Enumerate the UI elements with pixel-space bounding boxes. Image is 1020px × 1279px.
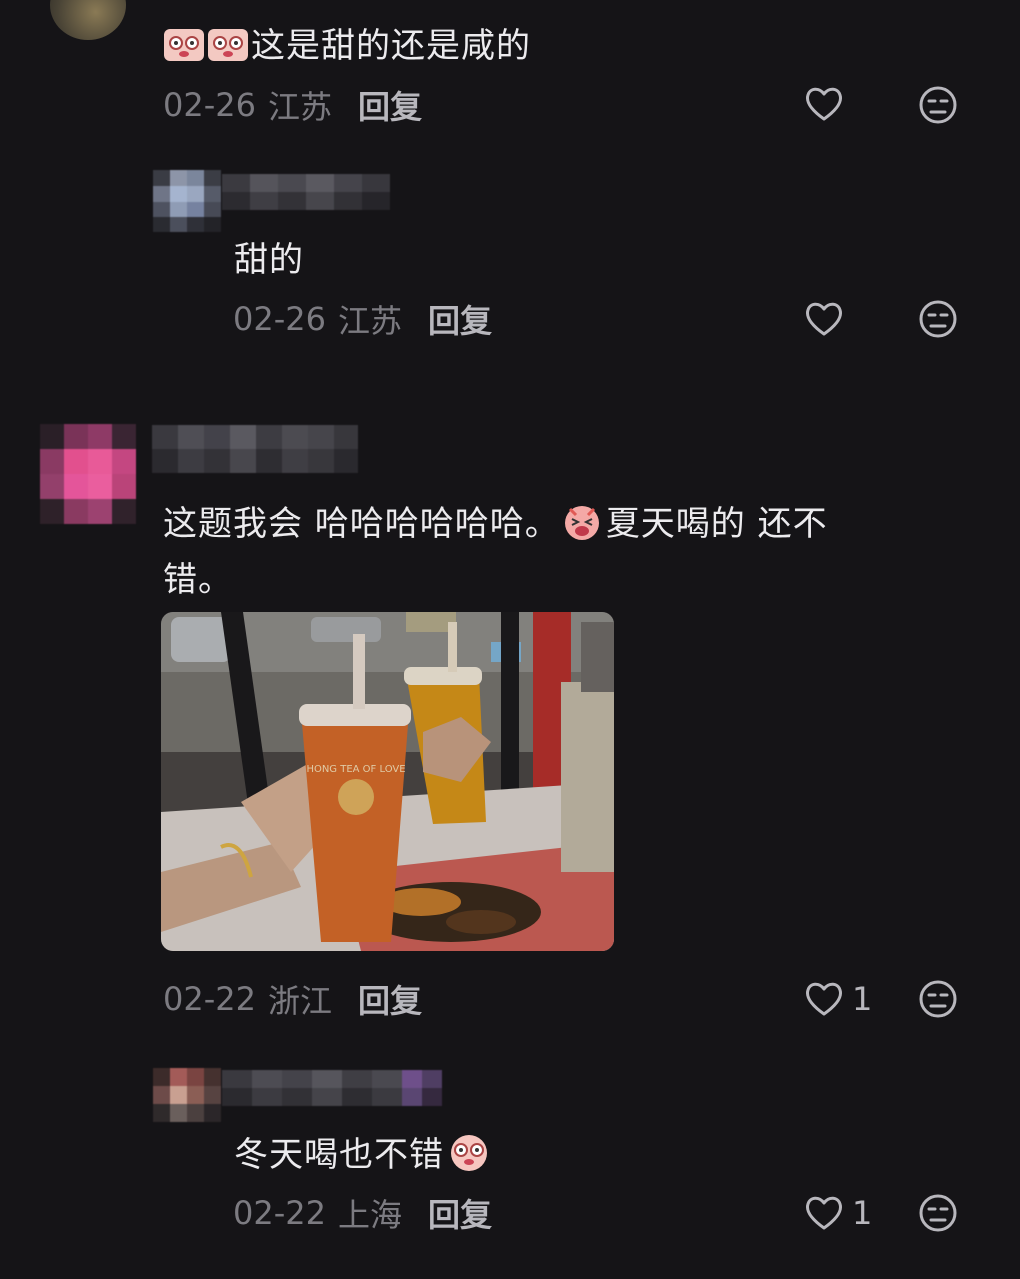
like-icon[interactable] <box>804 1194 844 1232</box>
like-icon[interactable] <box>804 85 844 123</box>
reply-button[interactable]: 回复 <box>358 82 422 128</box>
comment-meta: 02-22 浙江 回复 <box>163 978 422 1020</box>
comment-date: 02-26 <box>233 300 326 338</box>
comment-location: 浙江 <box>267 982 332 1020</box>
like-icon[interactable] <box>804 300 844 338</box>
comment-text-content: 这是甜的还是咸的 <box>251 26 531 66</box>
comment-text-part: 这题我会 哈哈哈哈哈哈。 <box>163 504 560 544</box>
dislike-icon[interactable] <box>918 299 958 339</box>
username-redacted[interactable] <box>222 172 392 212</box>
comment-text-part: 夏天喝的 还不 <box>605 504 828 544</box>
username-redacted[interactable] <box>152 425 358 473</box>
dislike-icon[interactable] <box>918 85 958 125</box>
comment-meta: 02-26 江苏 回复 <box>233 298 492 340</box>
comment-location: 江苏 <box>267 88 332 126</box>
like-icon[interactable] <box>804 980 844 1018</box>
comment-text: 这题我会 哈哈哈哈哈哈。 夏天喝的 还不 错。 <box>163 496 923 608</box>
avatar[interactable] <box>153 1068 221 1122</box>
laughing-emoji-icon <box>560 501 604 540</box>
like-button[interactable]: 1 <box>804 980 872 1018</box>
reply-button[interactable]: 回复 <box>428 1190 492 1236</box>
avatar[interactable] <box>40 424 136 524</box>
dislike-icon[interactable] <box>918 1193 958 1233</box>
comment-meta: 02-26 江苏 回复 <box>163 84 422 126</box>
dislike-icon[interactable] <box>918 979 958 1019</box>
comment-date: 02-22 <box>163 980 256 1018</box>
comment-photo[interactable]: HONG TEA OF LOVE <box>161 612 614 951</box>
like-count: 1 <box>852 980 873 1018</box>
like-button[interactable]: 1 <box>804 1194 872 1232</box>
like-count: 1 <box>852 1194 873 1232</box>
comment-text-content: 冬天喝也不错 <box>234 1135 444 1175</box>
face-emoji-icon <box>448 1132 490 1171</box>
comment-location: 江苏 <box>337 302 402 340</box>
username-redacted[interactable] <box>222 1068 442 1108</box>
comment-text: 这是甜的还是咸的 <box>163 18 531 67</box>
comment-date: 02-22 <box>233 1194 326 1232</box>
avatar[interactable] <box>153 170 221 232</box>
avatar[interactable] <box>50 0 126 40</box>
comment-text-part: 错。 <box>163 560 233 600</box>
face-emoji-icon <box>163 27 205 63</box>
comment-text: 冬天喝也不错 <box>234 1127 492 1176</box>
comment-location: 上海 <box>337 1196 402 1234</box>
comment-meta: 02-22 上海 回复 <box>233 1192 492 1234</box>
comment-date: 02-26 <box>163 86 256 124</box>
reply-button[interactable]: 回复 <box>428 296 492 342</box>
comment-text: 甜的 <box>234 240 304 280</box>
face-emoji-icon <box>207 27 249 63</box>
reply-button[interactable]: 回复 <box>358 976 422 1022</box>
